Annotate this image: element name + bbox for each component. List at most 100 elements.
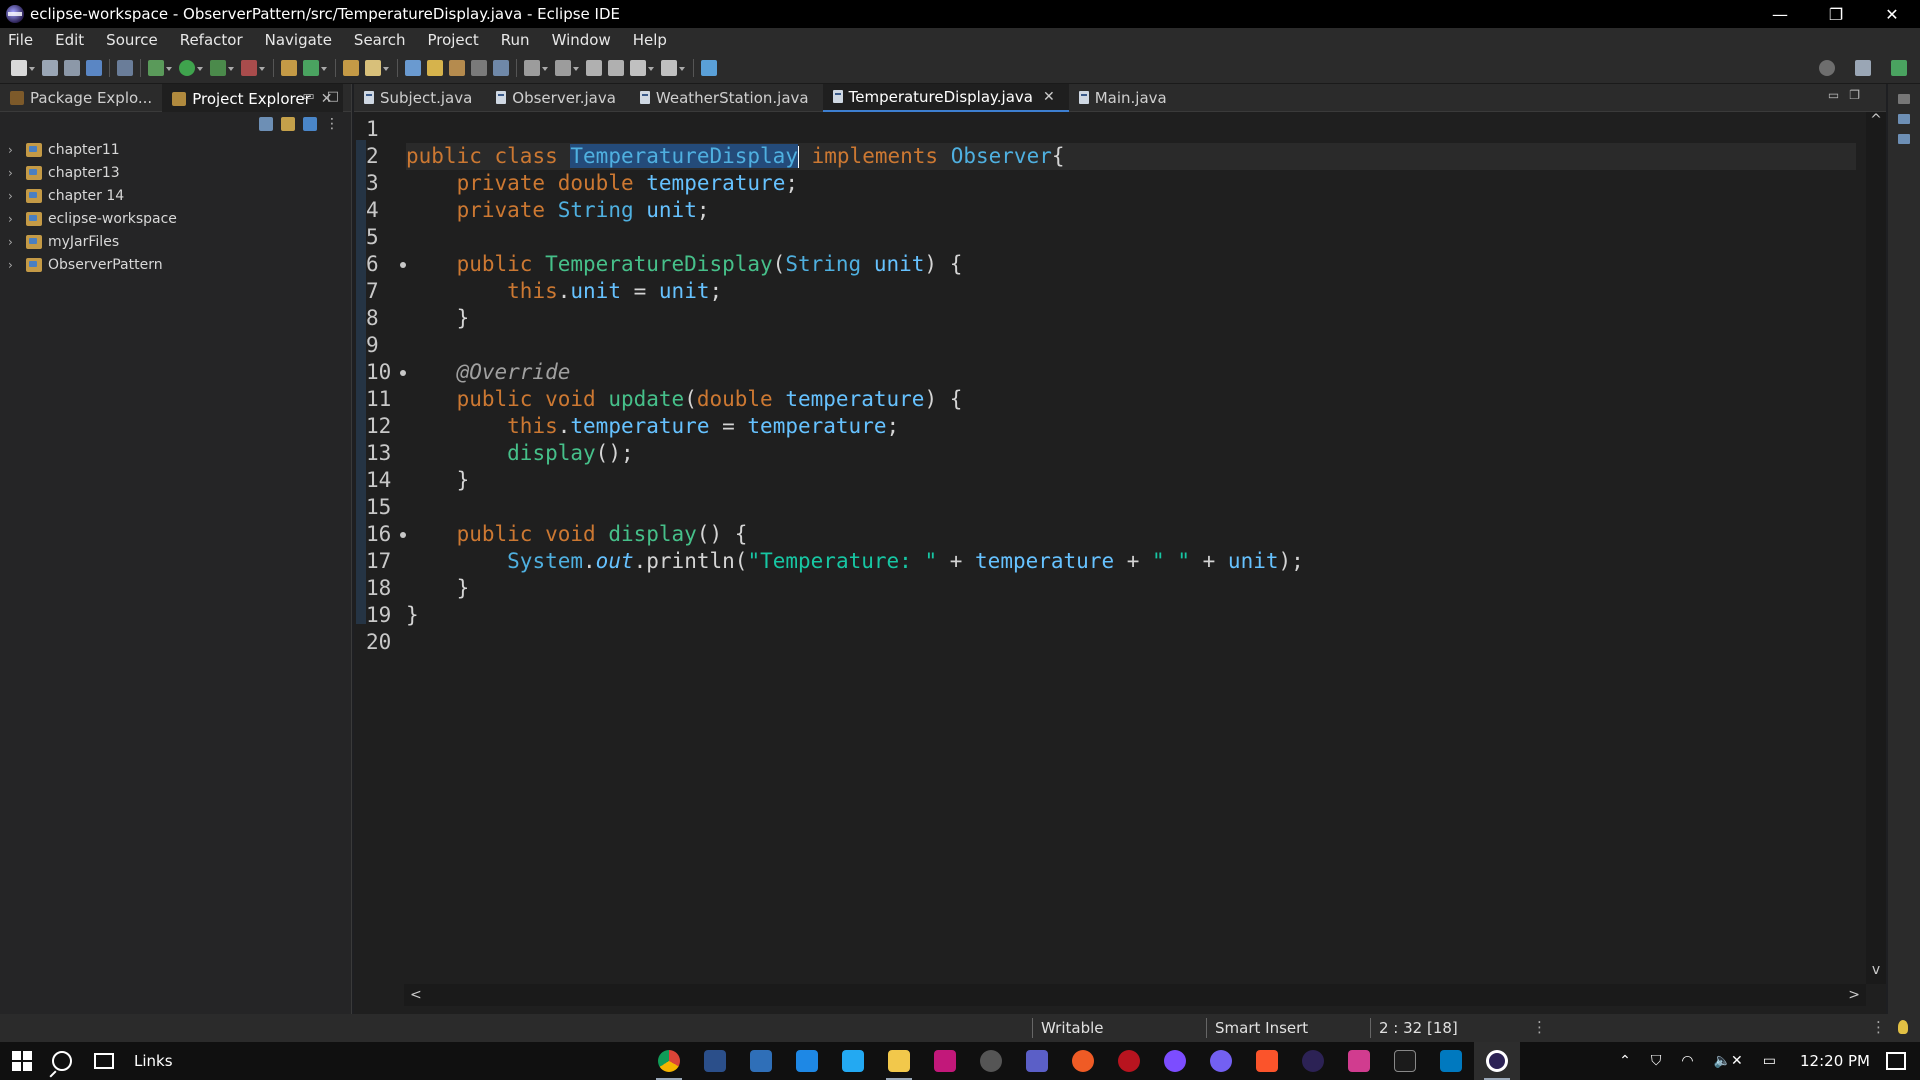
close-icon[interactable]: ✕ — [1043, 89, 1055, 105]
taskbar-file-explorer[interactable] — [876, 1042, 922, 1080]
prev-annotation-icon[interactable] — [555, 59, 571, 76]
tab-temperaturedisplay-java[interactable]: TemperatureDisplay.java ✕ — [822, 83, 1069, 112]
chevron-right-icon[interactable]: › — [8, 189, 22, 203]
scroll-right-icon[interactable]: > — [1848, 987, 1860, 1003]
new-class-dropdown-icon[interactable] — [320, 60, 328, 76]
menu-project[interactable]: Project — [419, 31, 492, 49]
windows-start-icon[interactable] — [12, 1051, 32, 1071]
new-package-icon[interactable] — [303, 59, 319, 76]
taskbar-viber[interactable] — [1198, 1042, 1244, 1080]
taskbar-brave[interactable] — [1244, 1042, 1290, 1080]
menu-navigate[interactable]: Navigate — [257, 31, 346, 49]
save-icon[interactable] — [42, 59, 58, 76]
pin-editor-icon[interactable] — [701, 59, 717, 76]
vertical-scrollbar[interactable]: ^ v — [1866, 112, 1886, 984]
maximize-view-icon[interactable]: □ — [327, 89, 339, 104]
tree-item-chapter11[interactable]: › chapter11 — [0, 138, 351, 161]
chevron-right-icon[interactable]: › — [8, 143, 22, 157]
next-annotation-dropdown-icon[interactable] — [541, 60, 549, 76]
save-all-icon[interactable] — [64, 59, 80, 76]
task-view-icon[interactable] — [94, 1053, 114, 1069]
run-dropdown-icon[interactable] — [196, 60, 204, 76]
chevron-right-icon[interactable]: › — [8, 166, 22, 180]
search-icon[interactable] — [1819, 60, 1835, 76]
maximize-editor-icon[interactable]: ❐ — [1849, 88, 1860, 102]
external-tools-dropdown-icon[interactable] — [258, 60, 266, 76]
taskbar-launcher[interactable] — [692, 1042, 738, 1080]
menu-refactor[interactable]: Refactor — [172, 31, 257, 49]
search-icon[interactable] — [52, 1051, 72, 1071]
minimize-editor-icon[interactable]: ▭ — [1828, 88, 1839, 102]
new-icon[interactable] — [11, 59, 27, 76]
show-whitespace-icon[interactable] — [471, 59, 487, 76]
coverage-dropdown-icon[interactable] — [227, 60, 235, 76]
taskbar-chrome[interactable] — [646, 1042, 692, 1080]
tree-item-myjarfiles[interactable]: › myJarFiles — [0, 230, 351, 253]
scroll-left-icon[interactable]: < — [410, 987, 422, 1003]
close-button[interactable]: ✕ — [1864, 0, 1920, 28]
taskbar-visual-studio[interactable] — [1336, 1042, 1382, 1080]
status-menu-icon[interactable]: ⋮ — [1532, 1018, 1547, 1036]
tab-weatherstation-java[interactable]: WeatherStation.java — [630, 84, 823, 112]
tree-item-chapter-14[interactable]: › chapter 14 — [0, 184, 351, 207]
forward-arrow-icon[interactable] — [661, 59, 677, 76]
java-perspective-icon[interactable] — [1891, 60, 1907, 76]
chevron-right-icon[interactable]: › — [8, 235, 22, 249]
taskbar-store[interactable] — [738, 1042, 784, 1080]
tree-item-eclipse-workspace[interactable]: › eclipse-workspace — [0, 207, 351, 230]
tip-lightbulb-icon[interactable] — [1898, 1020, 1908, 1034]
taskbar-teams[interactable] — [1014, 1042, 1060, 1080]
tab-main-java[interactable]: Main.java — [1069, 84, 1181, 112]
open-perspective-icon[interactable] — [1855, 60, 1871, 76]
menu-window[interactable]: Window — [544, 31, 625, 49]
tab-subject-java[interactable]: Subject.java — [354, 84, 486, 112]
restore-button[interactable]: ❐ — [1808, 0, 1864, 28]
open-type-icon[interactable] — [343, 59, 359, 76]
back-arrow-icon[interactable] — [630, 59, 646, 76]
task-list-icon[interactable] — [1898, 134, 1910, 144]
coverage-icon[interactable] — [210, 59, 226, 76]
scroll-down-icon[interactable]: v — [1866, 962, 1886, 982]
volume-muted-icon[interactable]: 🔈✕ — [1714, 1053, 1743, 1069]
run-icon[interactable] — [179, 59, 195, 76]
notifications-icon[interactable] — [1886, 1052, 1906, 1070]
taskbar-mail[interactable] — [784, 1042, 830, 1080]
menu-file[interactable]: File — [0, 31, 47, 49]
back-dropdown-icon[interactable] — [647, 60, 655, 76]
taskbar-trello[interactable] — [1428, 1042, 1474, 1080]
forward-edit-icon[interactable] — [608, 59, 624, 76]
pilcrow-icon[interactable] — [493, 59, 509, 76]
scroll-up-icon[interactable]: ^ — [1866, 112, 1886, 132]
taskbar-terminal[interactable] — [1382, 1042, 1428, 1080]
taskbar-intellij[interactable] — [922, 1042, 968, 1080]
outline-view-icon[interactable] — [1898, 114, 1910, 124]
chevron-up-icon[interactable]: ⌃ — [1619, 1053, 1631, 1069]
external-tools-icon[interactable] — [241, 59, 257, 76]
chevron-right-icon[interactable]: › — [8, 258, 22, 272]
next-annotation-icon[interactable] — [524, 59, 540, 76]
block-selection-icon[interactable] — [449, 59, 465, 76]
code-editor[interactable]: 1 2 3 4 5 6 7 8 9 10 11 12 13 14 15 16 1… — [354, 112, 1866, 984]
wifi-icon[interactable]: ◠ — [1681, 1053, 1693, 1069]
prev-annotation-dropdown-icon[interactable] — [572, 60, 580, 76]
links-toolbar[interactable]: Links — [134, 1052, 173, 1070]
taskbar-github[interactable] — [1152, 1042, 1198, 1080]
forward-dropdown-icon[interactable] — [678, 60, 686, 76]
menu-search[interactable]: Search — [346, 31, 420, 49]
code-text[interactable]: public class TemperatureDisplay implemen… — [406, 116, 1856, 656]
menu-help[interactable]: Help — [625, 31, 681, 49]
taskbar-github-desktop[interactable] — [968, 1042, 1014, 1080]
skip-breakpoints-icon[interactable] — [117, 59, 133, 76]
taskbar-app-red[interactable] — [1106, 1042, 1152, 1080]
minimize-view-icon[interactable]: ▭ — [302, 89, 314, 104]
search-tool-icon[interactable] — [365, 59, 381, 76]
tab-package-explorer[interactable]: Package Explo... — [0, 84, 162, 112]
collapse-all-icon[interactable] — [259, 117, 273, 131]
view-menu-icon[interactable]: ⋮ — [325, 116, 339, 132]
link-with-editor-icon[interactable] — [281, 117, 295, 131]
menu-run[interactable]: Run — [493, 31, 544, 49]
tab-observer-java[interactable]: Observer.java — [486, 84, 630, 112]
restore-view-icon[interactable] — [1898, 94, 1910, 104]
taskbar-clock[interactable]: 12:20 PM — [1800, 1052, 1870, 1070]
taskbar-eclipse-pinned[interactable] — [1290, 1042, 1336, 1080]
